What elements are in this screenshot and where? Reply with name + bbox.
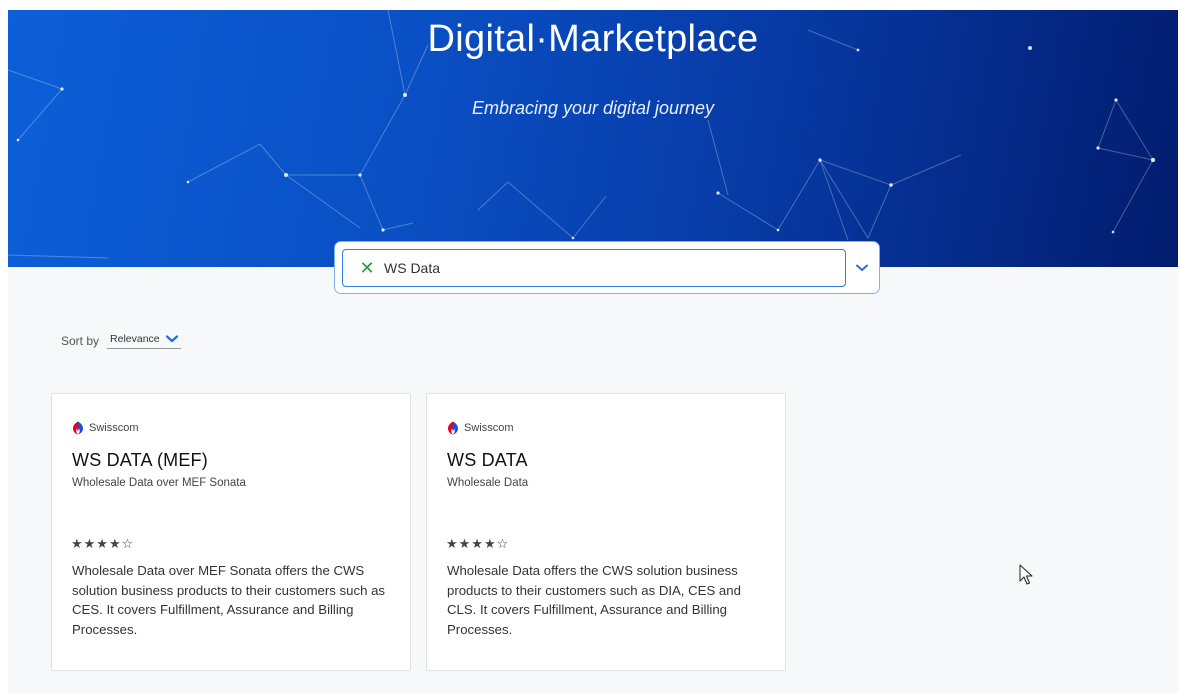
product-title[interactable]: WS DATA (MEF) xyxy=(72,450,208,471)
search-dropdown-button[interactable] xyxy=(850,249,874,287)
product-description: Wholesale Data over MEF Sonata offers th… xyxy=(72,563,385,637)
sort-control: Sort by Relevance xyxy=(61,333,181,349)
star-rating: ★★★★☆ xyxy=(71,536,135,551)
product-card[interactable]: Swisscom WS DATA Wholesale Data ★★★★☆ Wh… xyxy=(426,393,786,671)
vendor-name: Swisscom xyxy=(464,422,514,434)
vendor: Swisscom xyxy=(72,421,139,435)
mouse-cursor-icon xyxy=(1019,564,1033,585)
sort-select[interactable]: Relevance xyxy=(107,333,181,349)
product-subtitle: Wholesale Data over MEF Sonata xyxy=(72,477,246,489)
page-subtitle: Embracing your digital journey xyxy=(471,98,715,118)
chevron-down-icon xyxy=(856,264,868,271)
product-description: Wholesale Data offers the CWS solution b… xyxy=(447,563,741,637)
product-title[interactable]: WS DATA xyxy=(447,450,528,471)
page-title: Digital·Marketplace xyxy=(427,18,759,60)
sort-label: Sort by xyxy=(61,334,100,348)
product-subtitle: Wholesale Data xyxy=(447,477,529,489)
sort-selected-value: Relevance xyxy=(110,333,160,345)
search-input[interactable]: ✕ WS Data xyxy=(342,249,846,287)
star-rating: ★★★★☆ xyxy=(446,536,510,551)
close-icon[interactable]: ✕ xyxy=(356,257,378,279)
vendor-name: Swisscom xyxy=(89,422,139,434)
search-container: ✕ WS Data xyxy=(334,241,880,294)
product-card[interactable]: Swisscom WS DATA (MEF) Wholesale Data ov… xyxy=(51,393,411,671)
swisscom-logo-icon xyxy=(73,421,83,435)
vendor: Swisscom xyxy=(447,421,514,435)
hero-banner: Digital·Marketplace Embracing your digit… xyxy=(8,10,1178,267)
search-value: WS Data xyxy=(384,260,441,276)
swisscom-logo-icon xyxy=(448,421,458,435)
chevron-down-icon xyxy=(165,335,178,343)
page-background: Digital·Marketplace Embracing your digit… xyxy=(8,10,1178,693)
